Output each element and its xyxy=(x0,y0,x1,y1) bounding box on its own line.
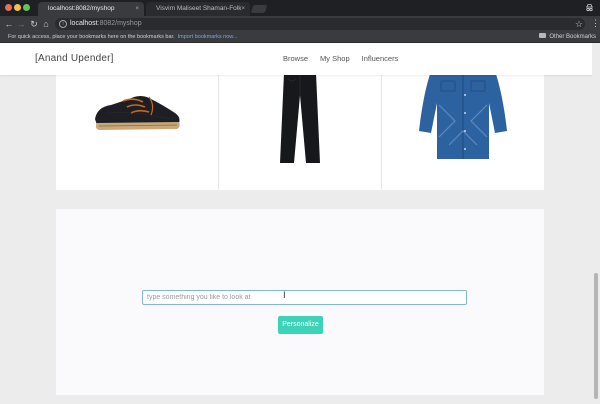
browser-tab-myshop[interactable]: localhost:8082/myshop × xyxy=(38,2,144,16)
incognito-profile-icon[interactable] xyxy=(585,3,594,12)
nav-link-my-shop[interactable]: My Shop xyxy=(320,43,350,75)
jeans-image xyxy=(280,65,320,163)
window-zoom-button[interactable] xyxy=(23,4,30,11)
search-input[interactable] xyxy=(142,290,467,305)
info-icon[interactable]: i xyxy=(59,20,67,28)
window-minimize-button[interactable] xyxy=(14,4,21,11)
folder-icon xyxy=(539,32,547,38)
import-bookmarks-link[interactable]: Import bookmarks now... xyxy=(178,34,238,40)
back-arrow-icon[interactable]: ← xyxy=(4,19,14,29)
product-card-jeans[interactable] xyxy=(219,65,382,190)
other-bookmarks-button[interactable]: Other Bookmarks xyxy=(539,32,596,43)
tab-title: Visvim Maliseet Shaman-Folk xyxy=(156,5,242,12)
forward-arrow-icon[interactable]: → xyxy=(16,19,26,29)
page-viewport: [Anand Upender] Browse My Shop Influence… xyxy=(0,43,600,404)
bookmarks-bar: For quick access, place your bookmarks h… xyxy=(0,32,600,43)
home-icon[interactable]: ⌂ xyxy=(41,19,51,29)
reload-icon[interactable]: ↻ xyxy=(29,19,39,29)
browser-toolbar: ← → ↻ ⌂ i localhost:8082/myshop ☆ ⋮ xyxy=(0,16,600,32)
bookmarks-prompt: For quick access, place your bookmarks h… xyxy=(8,32,238,43)
site-nav: Browse My Shop Influencers xyxy=(283,43,398,75)
product-card-shoe[interactable] xyxy=(56,65,219,190)
url-path: :8082/myshop xyxy=(97,20,142,27)
browser-tab-visvim[interactable]: Visvim Maliseet Shaman-Folk × xyxy=(146,2,250,16)
bookmark-star-icon[interactable]: ☆ xyxy=(575,18,583,30)
browser-menu-icon[interactable]: ⋮ xyxy=(591,18,600,30)
nav-link-browse[interactable]: Browse xyxy=(283,43,308,75)
denim-shirt-image xyxy=(419,65,507,159)
address-bar[interactable]: i localhost:8082/myshop ☆ xyxy=(55,18,585,30)
page-scrollbar[interactable] xyxy=(592,43,600,404)
address-url: localhost:8082/myshop xyxy=(70,18,142,30)
site-brand[interactable]: [Anand Upender] xyxy=(35,43,114,75)
other-bookmarks-label: Other Bookmarks xyxy=(549,34,596,40)
product-card-denim-shirt[interactable] xyxy=(382,65,544,190)
site-navbar: [Anand Upender] Browse My Shop Influence… xyxy=(0,43,600,75)
scrollbar-thumb[interactable] xyxy=(594,273,598,399)
url-host: localhost xyxy=(70,20,98,27)
tab-title: localhost:8082/myshop xyxy=(48,5,115,12)
shoe-image xyxy=(95,96,180,130)
product-row xyxy=(56,65,544,190)
text-cursor-icon: I xyxy=(283,291,286,301)
personalize-button[interactable]: Personalize xyxy=(278,316,323,334)
new-tab-button[interactable] xyxy=(250,5,268,13)
personalize-panel: I Personalize xyxy=(56,209,544,395)
browser-tab-strip: localhost:8082/myshop × Visvim Maliseet … xyxy=(0,0,600,16)
nav-link-influencers[interactable]: Influencers xyxy=(362,43,399,75)
close-icon[interactable]: × xyxy=(241,2,245,16)
window-close-button[interactable] xyxy=(5,4,12,11)
close-icon[interactable]: × xyxy=(135,2,139,16)
bookmarks-prompt-text: For quick access, place your bookmarks h… xyxy=(8,34,175,40)
